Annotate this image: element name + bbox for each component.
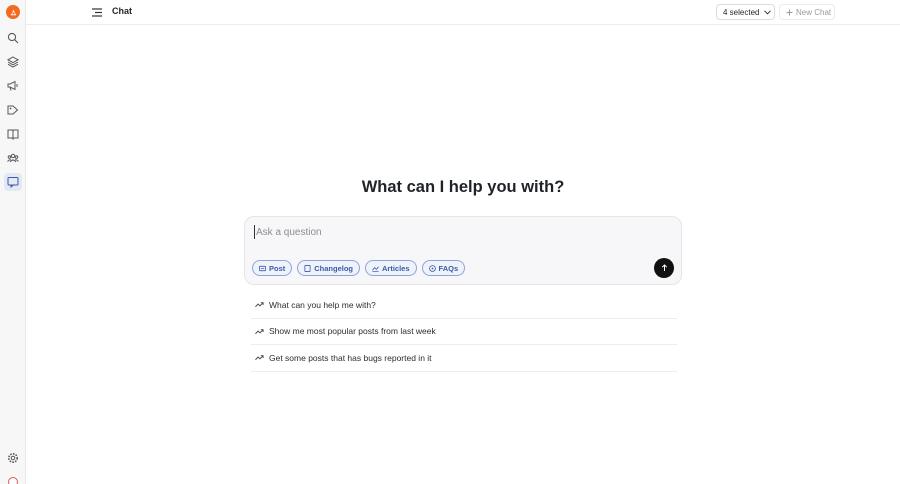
suggestion-item[interactable]: What can you help me with? bbox=[251, 292, 677, 319]
source-filter-chips: Post Changelog Articles FAQs bbox=[252, 260, 466, 276]
sidebar-toggle-button[interactable] bbox=[91, 6, 103, 18]
avatar[interactable] bbox=[8, 477, 18, 484]
gear-icon bbox=[8, 453, 18, 463]
rail-announcements-button[interactable] bbox=[4, 77, 22, 95]
chat-composer: Post Changelog Articles FAQs bbox=[244, 216, 682, 285]
changelog-icon bbox=[304, 264, 311, 272]
trending-icon bbox=[255, 302, 264, 308]
chevron-down-icon bbox=[764, 9, 772, 15]
chip-faqs-label: FAQs bbox=[438, 263, 459, 273]
chip-post[interactable]: Post bbox=[252, 260, 293, 276]
search-icon bbox=[7, 32, 19, 44]
chip-faqs[interactable]: FAQs bbox=[421, 260, 466, 276]
new-chat-button[interactable]: New Chat bbox=[779, 4, 835, 20]
chip-changelog[interactable]: Changelog bbox=[297, 260, 361, 276]
question-input[interactable] bbox=[254, 225, 634, 239]
suggestion-item[interactable]: Show me most popular posts from last wee… bbox=[251, 319, 677, 345]
book-icon bbox=[7, 129, 19, 140]
rail-users-button[interactable] bbox=[4, 149, 22, 167]
arrow-up-icon bbox=[661, 264, 667, 271]
chip-changelog-label: Changelog bbox=[314, 263, 354, 273]
selection-label: 4 selected bbox=[723, 7, 760, 17]
selection-dropdown[interactable]: 4 selected bbox=[716, 4, 775, 20]
top-bar: Chat 4 selected New Chat bbox=[26, 0, 900, 25]
suggestion-text: What can you help me with? bbox=[269, 299, 376, 310]
layers-icon bbox=[7, 56, 19, 68]
trending-icon bbox=[255, 329, 264, 334]
logo-icon bbox=[10, 9, 16, 15]
suggestion-text: Get some posts that has bugs reported in… bbox=[269, 352, 432, 363]
chip-articles-label: Articles bbox=[382, 263, 410, 273]
chip-post-label: Post bbox=[269, 263, 286, 273]
rail-tags-button[interactable] bbox=[4, 101, 22, 119]
rail-docs-button[interactable] bbox=[4, 125, 22, 143]
post-icon bbox=[259, 265, 266, 271]
articles-icon bbox=[372, 265, 379, 272]
faq-icon bbox=[428, 264, 436, 272]
menu-icon bbox=[91, 7, 102, 17]
left-rail bbox=[0, 0, 26, 484]
rail-search-button[interactable] bbox=[4, 29, 22, 47]
tag-icon bbox=[7, 105, 19, 115]
megaphone-icon bbox=[7, 80, 18, 91]
suggestion-list: What can you help me with? Show me most … bbox=[251, 292, 677, 372]
suggestion-item[interactable]: Get some posts that has bugs reported in… bbox=[251, 345, 677, 372]
send-button[interactable] bbox=[654, 258, 674, 278]
suggestion-text: Show me most popular posts from last wee… bbox=[269, 326, 436, 337]
rail-layers-button[interactable] bbox=[4, 53, 22, 71]
new-chat-label: New Chat bbox=[796, 7, 832, 17]
plus-icon bbox=[786, 9, 793, 15]
trending-icon bbox=[255, 355, 264, 361]
app-logo[interactable] bbox=[6, 5, 20, 19]
page-title: Chat bbox=[112, 6, 132, 16]
welcome-heading: What can I help you with? bbox=[361, 178, 565, 196]
chip-articles[interactable]: Articles bbox=[365, 260, 417, 276]
rail-settings-button[interactable] bbox=[4, 449, 22, 467]
users-icon bbox=[7, 153, 19, 163]
